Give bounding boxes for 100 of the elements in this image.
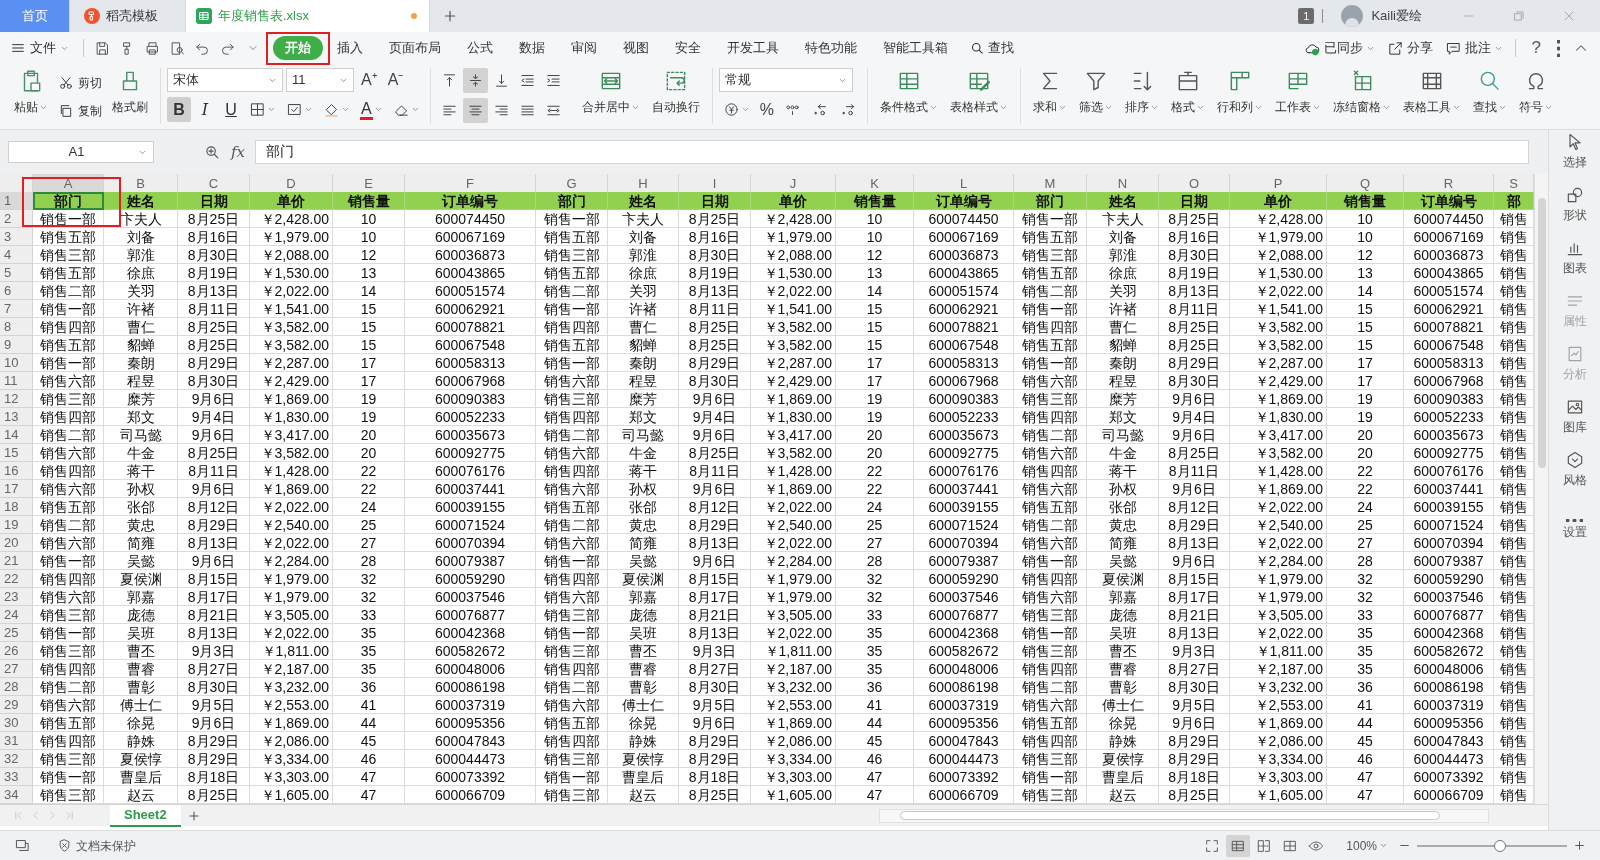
row-number[interactable]: 8	[0, 318, 33, 336]
copy-button[interactable]: 复制	[54, 100, 106, 122]
worksheet-button[interactable]: 工作表	[1268, 68, 1327, 126]
row-number[interactable]: 19	[0, 516, 33, 534]
row-number[interactable]: 22	[0, 570, 33, 588]
row-number[interactable]: 30	[0, 714, 33, 732]
align-center-button[interactable]	[462, 98, 488, 123]
align-middle-button[interactable]	[462, 68, 488, 93]
help-button[interactable]: ?	[1527, 35, 1545, 61]
row-number[interactable]: 3	[0, 228, 33, 246]
conditional-format-button[interactable]: 条件格式	[873, 68, 944, 126]
rows-columns-button[interactable]: 行和列	[1210, 68, 1269, 126]
column-heading[interactable]: 部门	[33, 192, 104, 210]
zoom-in-button[interactable]	[1573, 839, 1586, 852]
chart-button[interactable]: 图表	[1562, 238, 1587, 277]
ribbon-tab[interactable]: 插入	[325, 36, 375, 60]
row-number[interactable]: 12	[0, 390, 33, 408]
font-size-dropdown[interactable]: 11	[286, 68, 354, 92]
file-menu[interactable]: 文件	[10, 38, 77, 58]
row-number[interactable]: 20	[0, 534, 33, 552]
row-number[interactable]: 33	[0, 768, 33, 786]
row-number[interactable]: 15	[0, 444, 33, 462]
style-button[interactable]: 风格	[1562, 450, 1587, 489]
merge-center-button[interactable]: 合并居中	[575, 68, 646, 126]
increase-font-button[interactable]: A⁺	[357, 68, 381, 92]
search-button[interactable]: 查找	[962, 38, 1022, 58]
row-number[interactable]: 2	[0, 210, 33, 228]
ribbon-tab[interactable]: 审阅	[559, 36, 609, 60]
paste-button[interactable]: 粘贴	[8, 68, 54, 126]
sync-button[interactable]: 已同步	[1303, 38, 1375, 58]
wrap-text-button[interactable]: 自动换行	[645, 68, 706, 126]
ribbon-tab[interactable]: 安全	[663, 36, 713, 60]
row-number[interactable]: 5	[0, 264, 33, 282]
underline-button[interactable]: U	[219, 97, 243, 122]
sum-button[interactable]: 求和	[1026, 68, 1073, 126]
document-tab[interactable]: 首页	[0, 0, 70, 32]
row-number[interactable]: 29	[0, 696, 33, 714]
comment-button[interactable]: 批注	[1444, 38, 1503, 58]
ribbon-tab[interactable]: 开发工具	[715, 36, 791, 60]
vertical-scrollbar[interactable]	[1534, 174, 1548, 804]
format-painter-button[interactable]: 格式刷	[106, 68, 154, 126]
row-number[interactable]: 21	[0, 552, 33, 570]
font-name-dropdown[interactable]: 宋体	[167, 68, 283, 92]
italic-button[interactable]: I	[193, 97, 217, 122]
row-number[interactable]: 1	[0, 192, 33, 210]
table-tools-button[interactable]: 表格工具	[1396, 68, 1467, 126]
select-button[interactable]: 选择	[1562, 132, 1587, 171]
gallery-button[interactable]: 图库	[1562, 397, 1587, 436]
normal-view-button[interactable]	[1226, 834, 1251, 857]
formula-input[interactable]: 部门	[255, 140, 1529, 164]
percent-button[interactable]: %	[756, 97, 777, 122]
sheet-tab[interactable]: Sheet2	[110, 804, 181, 827]
row-number[interactable]: 27	[0, 660, 33, 678]
row-number[interactable]: 10	[0, 354, 33, 372]
cut-button[interactable]: 剪切	[54, 72, 106, 94]
format-button[interactable]: 格式	[1164, 68, 1211, 126]
slider-thumb[interactable]	[1493, 839, 1506, 852]
decrease-font-button[interactable]: A⁻	[383, 68, 408, 92]
row-number[interactable]: 13	[0, 408, 33, 426]
row-number[interactable]: 28	[0, 678, 33, 696]
row-number[interactable]: 31	[0, 732, 33, 750]
find-button[interactable]: 查找	[1466, 68, 1513, 126]
settings-button[interactable]: 设置	[1562, 519, 1587, 541]
zoom-slider[interactable]	[1417, 839, 1567, 852]
ribbon-tab[interactable]: 视图	[611, 36, 661, 60]
row-number[interactable]: 24	[0, 606, 33, 624]
horizontal-scrollbar[interactable]	[878, 808, 1489, 823]
sort-button[interactable]: 排序	[1118, 68, 1165, 126]
document-tab[interactable]: 年度销售表.xlsx	[186, 0, 430, 32]
ribbon-tab[interactable]: 页面布局	[377, 36, 453, 60]
row-number[interactable]: 18	[0, 498, 33, 516]
avatar[interactable]	[1341, 5, 1364, 27]
ribbon-tab[interactable]: 智能工具箱	[871, 36, 960, 60]
row-number[interactable]: 11	[0, 372, 33, 390]
row-number[interactable]: 9	[0, 336, 33, 354]
row-number[interactable]: 17	[0, 480, 33, 498]
zoom-dropdown[interactable]: 100%	[1346, 836, 1388, 855]
filter-button[interactable]: 筛选	[1072, 68, 1119, 126]
more-button[interactable]	[1557, 39, 1560, 57]
shapes-button[interactable]: 形状	[1562, 185, 1587, 224]
symbol-button[interactable]: 符号	[1512, 68, 1559, 126]
row-number[interactable]: 32	[0, 750, 33, 768]
table-style-button[interactable]: 表格样式	[943, 68, 1014, 126]
row-number[interactable]: 34	[0, 786, 33, 804]
row-number[interactable]: 7	[0, 300, 33, 318]
row-number[interactable]: 23	[0, 588, 33, 606]
row-number[interactable]: 26	[0, 642, 33, 660]
row-number[interactable]: 14	[0, 426, 33, 444]
ribbon-tab[interactable]: 开始	[273, 36, 323, 60]
name-box[interactable]: A1	[8, 141, 154, 163]
user-name[interactable]: Kaili爱绘	[1371, 6, 1422, 26]
bold-button[interactable]: B	[167, 97, 191, 122]
font-color-button[interactable]: A	[356, 97, 387, 122]
row-number[interactable]: 16	[0, 462, 33, 480]
ribbon-tab[interactable]: 公式	[455, 36, 505, 60]
row-number[interactable]: 4	[0, 246, 33, 264]
notification-badge[interactable]: 1	[1298, 8, 1315, 24]
freeze-panes-button[interactable]: 冻结窗格	[1326, 68, 1397, 126]
ribbon-tab[interactable]: 数据	[507, 36, 557, 60]
row-number[interactable]: 25	[0, 624, 33, 642]
